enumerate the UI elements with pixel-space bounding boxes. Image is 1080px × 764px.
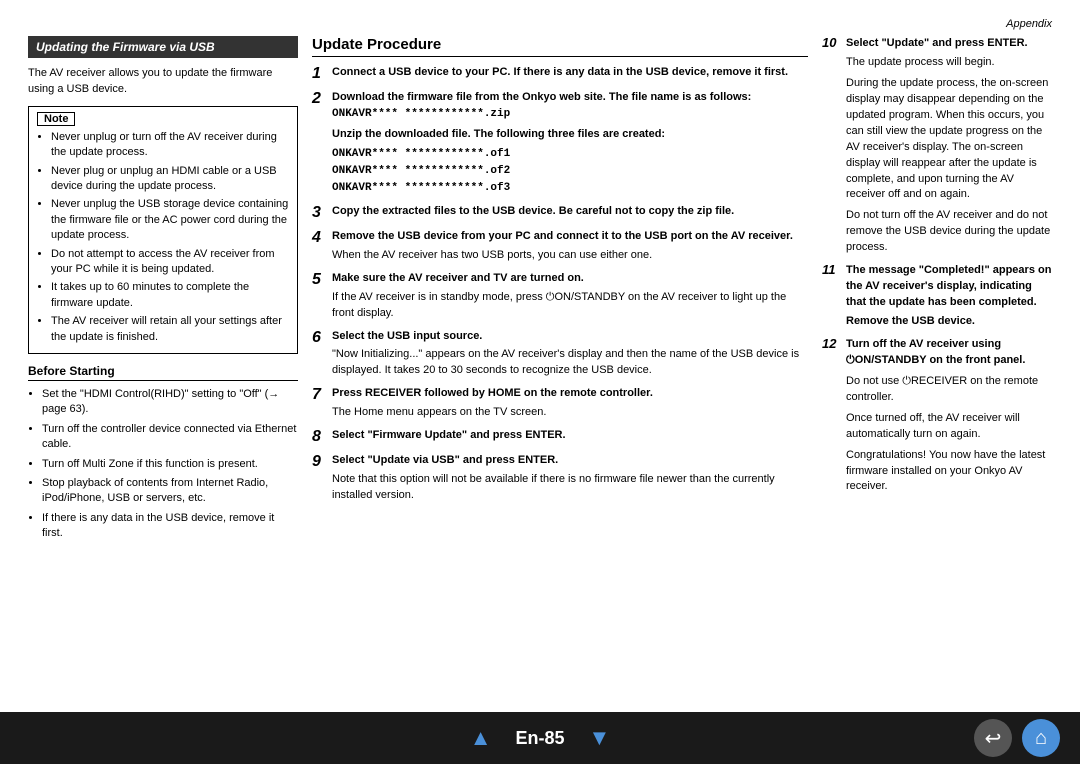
step-num-7: 7 xyxy=(312,386,328,404)
step-10: 10 Select "Update" and press ENTER. The … xyxy=(822,36,1052,256)
step-num-5: 5 xyxy=(312,271,328,289)
step-4-sub: When the AV receiver has two USB ports, … xyxy=(332,248,808,264)
next-page-button[interactable]: ▼ xyxy=(589,725,611,751)
update-procedure-title: Update Procedure xyxy=(312,36,808,57)
right-column: 10 Select "Update" and press ENTER. The … xyxy=(822,36,1052,545)
step-num-4: 4 xyxy=(312,229,328,247)
step-10-detail: During the update process, the on-screen… xyxy=(846,76,1052,204)
note-item: Never plug or unplug an HDMI cable or a … xyxy=(51,164,289,195)
step-num-8: 8 xyxy=(312,428,328,446)
back-button[interactable]: ↩ xyxy=(974,719,1012,757)
step-7: 7 Press RECEIVER followed by HOME on the… xyxy=(312,386,808,421)
step-4-bold: Remove the USB device from your PC and c… xyxy=(332,230,793,242)
page: Appendix Updating the Firmware via USB T… xyxy=(0,0,1080,764)
step-7-sub: The Home menu appears on the TV screen. xyxy=(332,405,808,421)
step-12-sub3: Congratulations! You now have the latest… xyxy=(846,448,1052,496)
note-item: Never unplug or turn off the AV receiver… xyxy=(51,130,289,161)
step-11: 11 The message "Completed!" appears on t… xyxy=(822,263,1052,330)
before-starting-list: Set the "HDMI Control(RIHD)" setting to … xyxy=(28,387,298,542)
before-starting-item: Turn off the controller device connected… xyxy=(42,422,298,453)
step-11-bold: The message "Completed!" appears on the … xyxy=(846,264,1051,308)
before-starting-title: Before Starting xyxy=(28,364,298,381)
step-5: 5 Make sure the AV receiver and TV are t… xyxy=(312,271,808,322)
step-6-sub: "Now Initializing..." appears on the AV … xyxy=(332,347,808,379)
step-num-3: 3 xyxy=(312,204,328,222)
note-item: The AV receiver will retain all your set… xyxy=(51,314,289,345)
note-list: Never unplug or turn off the AV receiver… xyxy=(37,130,289,345)
footer-icon-group: ↩ ⌂ xyxy=(974,719,1060,757)
step-9: 9 Select "Update via USB" and press ENTE… xyxy=(312,453,808,504)
step-2-sub-bold: Unzip the downloaded file. The following… xyxy=(332,128,665,140)
before-starting-item: Stop playback of contents from Internet … xyxy=(42,476,298,507)
step-num-10: 10 xyxy=(822,36,842,50)
step-12: 12 Turn off the AV receiver using ⏻ON/ST… xyxy=(822,337,1052,495)
note-box: Note Never unplug or turn off the AV rec… xyxy=(28,106,298,354)
appendix-label: Appendix xyxy=(28,18,1052,30)
step-11-bold2: Remove the USB device. xyxy=(846,315,975,327)
step-num-11: 11 xyxy=(822,263,842,277)
step-12-sub2: Once turned off, the AV receiver will au… xyxy=(846,411,1052,443)
step-9-sub: Note that this option will not be availa… xyxy=(332,472,808,504)
step-4: 4 Remove the USB device from your PC and… xyxy=(312,229,808,264)
step-6: 6 Select the USB input source. "Now Init… xyxy=(312,329,808,380)
step-12-bold: Turn off the AV receiver using ⏻ON/STAND… xyxy=(846,338,1025,366)
step-10-sub: The update process will begin. xyxy=(846,55,1052,71)
section-title: Updating the Firmware via USB xyxy=(28,36,298,58)
step-2-code-2: ONKAVR**** ************.of2 xyxy=(332,165,510,177)
footer: ▲ En-85 ▼ ↩ ⌂ xyxy=(0,712,1080,764)
step-2: 2 Download the firmware file from the On… xyxy=(312,90,808,198)
step-3-bold: Copy the extracted files to the USB devi… xyxy=(332,205,734,217)
intro-text: The AV receiver allows you to update the… xyxy=(28,66,298,98)
step-6-bold: Select the USB input source. xyxy=(332,330,482,342)
before-starting-item: Set the "HDMI Control(RIHD)" setting to … xyxy=(42,387,298,418)
note-item: Never unplug the USB storage device cont… xyxy=(51,197,289,243)
step-2-bold: Download the firmware file from the Onky… xyxy=(332,91,751,103)
step-1: 1 Connect a USB device to your PC. If th… xyxy=(312,65,808,83)
step-1-text: Connect a USB device to your PC. If ther… xyxy=(332,66,788,78)
step-5-bold: Make sure the AV receiver and TV are tur… xyxy=(332,272,584,284)
step-12-sub: Do not use ⏻RECEIVER on the remote contr… xyxy=(846,374,1052,406)
step-10-bold: Select "Update" and press ENTER. xyxy=(846,37,1028,49)
step-7-bold: Press RECEIVER followed by HOME on the r… xyxy=(332,387,653,399)
middle-column: Update Procedure 1 Connect a USB device … xyxy=(312,36,808,545)
step-num-1: 1 xyxy=(312,65,328,83)
step-num-9: 9 xyxy=(312,453,328,471)
before-starting-item: If there is any data in the USB device, … xyxy=(42,511,298,542)
home-button[interactable]: ⌂ xyxy=(1022,719,1060,757)
step-8-bold: Select "Firmware Update" and press ENTER… xyxy=(332,429,566,441)
step-2-code-3: ONKAVR**** ************.of3 xyxy=(332,182,510,194)
before-starting-item: Turn off Multi Zone if this function is … xyxy=(42,457,298,472)
page-number: En-85 xyxy=(515,728,564,749)
step-8: 8 Select "Firmware Update" and press ENT… xyxy=(312,428,808,446)
note-item: It takes up to 60 minutes to complete th… xyxy=(51,280,289,311)
note-label: Note xyxy=(37,112,75,126)
step-2-code-1: ONKAVR**** ************.of1 xyxy=(332,148,510,160)
note-item: Do not attempt to access the AV receiver… xyxy=(51,247,289,278)
step-3: 3 Copy the extracted files to the USB de… xyxy=(312,204,808,222)
left-column: Updating the Firmware via USB The AV rec… xyxy=(28,36,298,545)
step-num-12: 12 xyxy=(822,337,842,351)
prev-page-button[interactable]: ▲ xyxy=(470,725,492,751)
step-9-bold: Select "Update via USB" and press ENTER. xyxy=(332,454,558,466)
step-5-sub: If the AV receiver is in standby mode, p… xyxy=(332,290,808,322)
step-10-detail2: Do not turn off the AV receiver and do n… xyxy=(846,208,1052,256)
step-2-code: ONKAVR**** ************.zip xyxy=(332,108,510,120)
step-num-2: 2 xyxy=(312,90,328,108)
before-starting-section: Before Starting Set the "HDMI Control(RI… xyxy=(28,364,298,542)
step-num-6: 6 xyxy=(312,329,328,347)
